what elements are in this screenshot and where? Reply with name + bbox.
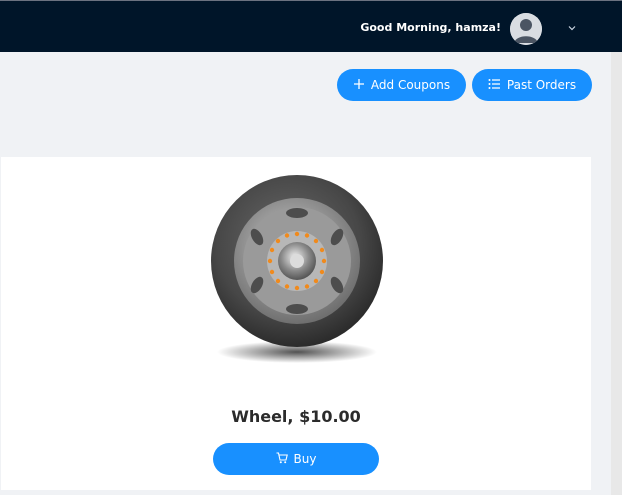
- list-icon: [488, 78, 501, 93]
- user-avatar-icon[interactable]: [510, 13, 542, 45]
- plus-icon: [353, 78, 365, 93]
- buy-button[interactable]: Buy: [213, 443, 379, 475]
- scrollbar[interactable]: [611, 52, 622, 495]
- cart-icon: [276, 451, 288, 467]
- product-card: Wheel, $10.00 Buy: [1, 157, 591, 490]
- wheel-image: [197, 171, 397, 371]
- buy-label: Buy: [293, 452, 317, 466]
- action-buttons: Add Coupons Past Orders: [337, 69, 592, 101]
- past-orders-label: Past Orders: [506, 78, 577, 92]
- add-coupons-label: Add Coupons: [370, 78, 451, 92]
- past-orders-button[interactable]: Past Orders: [472, 69, 592, 101]
- chevron-down-icon[interactable]: [566, 21, 578, 33]
- product-title: Wheel, $10.00: [231, 407, 361, 426]
- top-navbar: Good Morning, hamza!: [0, 0, 622, 52]
- greeting-text: Good Morning, hamza!: [360, 21, 501, 34]
- add-coupons-button[interactable]: Add Coupons: [337, 69, 466, 101]
